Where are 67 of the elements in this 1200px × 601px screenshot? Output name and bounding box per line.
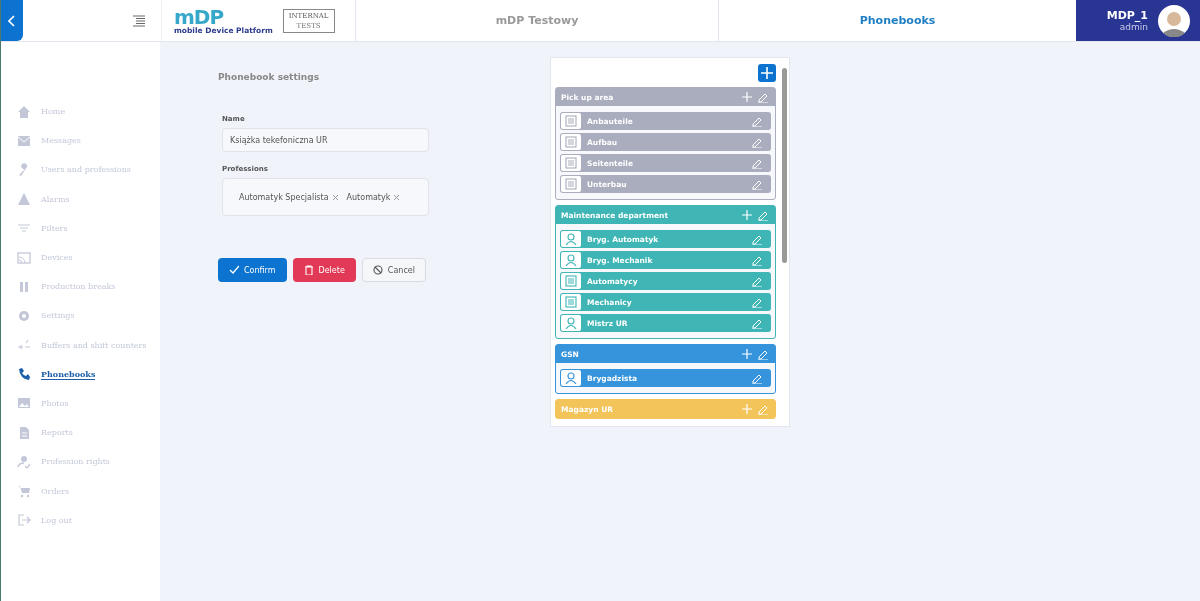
logo-wordmark: mDP <box>174 6 224 27</box>
add-button[interactable] <box>758 64 776 82</box>
nav-icon <box>17 104 31 119</box>
nav-icon <box>17 513 31 528</box>
page-title: Phonebooks <box>859 14 936 27</box>
nav-icon <box>17 454 31 469</box>
cancel-button[interactable]: Cancel <box>361 258 426 282</box>
name-field[interactable]: Książka tekefoniczna UR <box>222 128 429 152</box>
edit-icon <box>751 233 763 245</box>
user-role: admin <box>1119 21 1148 33</box>
user-name: MDP_1 <box>1106 8 1148 22</box>
add-icon <box>741 91 753 103</box>
check-icon <box>229 265 239 275</box>
person-icon <box>565 317 577 329</box>
edit-icon <box>757 403 769 415</box>
person-icon <box>565 233 577 245</box>
edit-icon <box>751 157 763 169</box>
edit-icon <box>751 275 763 287</box>
edit-icon <box>757 348 769 360</box>
professions-field[interactable]: Automatyk Specjalista Automatyk <box>222 178 429 216</box>
nav-icon <box>17 367 31 382</box>
edit-icon <box>751 136 763 148</box>
chevron-left-icon <box>8 14 16 27</box>
environment-name: mDP Testowy <box>495 14 579 27</box>
nav-icon <box>17 279 31 294</box>
person-icon <box>565 254 577 266</box>
delete-button[interactable]: Delete <box>292 258 356 282</box>
edit-icon <box>751 254 763 266</box>
edit-icon <box>751 317 763 329</box>
nav-icon <box>17 425 31 440</box>
list-icon <box>565 157 577 169</box>
tag-label: Automatyk Specjalista <box>239 192 329 202</box>
edit-icon <box>757 91 769 103</box>
sidebar-item[interactable]: Phonebooks <box>1 359 160 389</box>
menu-button[interactable] <box>133 14 145 27</box>
nav-icon <box>17 250 31 265</box>
remove-icon <box>393 193 401 201</box>
list-icon <box>565 275 577 287</box>
section-title: Phonebook settings <box>218 72 320 82</box>
add-icon <box>741 403 753 415</box>
add-icon <box>741 348 753 360</box>
list-icon <box>565 115 577 127</box>
nav-icon <box>17 484 31 499</box>
trash-icon <box>303 265 314 275</box>
nav-icon <box>17 133 31 148</box>
menu-icon <box>133 14 145 27</box>
sidebar-item[interactable]: Messages <box>1 126 160 156</box>
plus-icon <box>761 67 773 79</box>
nav-icon <box>17 308 31 323</box>
confirm-button[interactable]: Confirm <box>218 258 287 282</box>
edit-icon <box>751 372 763 384</box>
avatar[interactable] <box>1158 4 1190 37</box>
remove-icon <box>331 193 339 201</box>
tag-label: Automatyk <box>346 192 391 202</box>
cancel-icon <box>372 265 383 275</box>
edit-icon <box>751 178 763 190</box>
edit-icon <box>757 209 769 221</box>
list-icon <box>565 136 577 148</box>
nav-icon <box>17 396 31 411</box>
list-icon <box>565 296 577 308</box>
edit-icon <box>751 115 763 127</box>
list-icon <box>565 178 577 190</box>
add-icon <box>741 209 753 221</box>
edit-icon <box>751 296 763 308</box>
nav-icon <box>17 192 31 207</box>
person-icon <box>565 372 577 384</box>
back-button[interactable] <box>1 0 23 41</box>
